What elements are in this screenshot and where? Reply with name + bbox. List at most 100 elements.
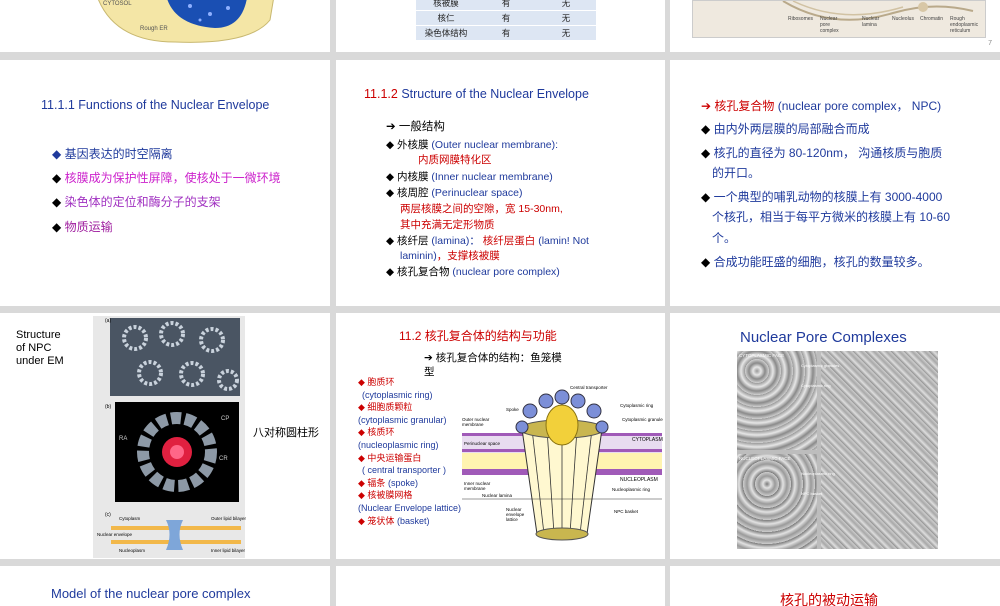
slide-npc-function[interactable]: 11.2 核孔复合体的结构与功能 ➔ 核孔复合体的结构：鱼笼模 型 ◆ 胞质环 … — [336, 313, 665, 559]
panel-label-c: (c) — [105, 512, 111, 518]
slide-title: 11.2 核孔复合体的结构与功能 — [399, 329, 557, 343]
list-item: ◆ 由内外两层膜的局部融合而成 — [701, 122, 870, 136]
slide-complexes[interactable]: Nuclear Pore Complexes CYTOPLASMIC FACE … — [670, 313, 1000, 559]
label-ribosomes: Ribosomes — [788, 16, 814, 22]
label-nucleolus: Nucleolus — [892, 16, 914, 22]
perinuclear-note-2: 其中充满无定形物质 — [400, 219, 495, 231]
label-nucleoplasm: NUCLEOPLASM — [620, 477, 658, 483]
cytoplasm-label: Cytoplasm — [119, 516, 141, 521]
label-cyto-ring: Cytoplasmic ring — [620, 403, 654, 408]
list-item: ◆ 核膜成为保护性屏障，使核处于一微环境 — [52, 171, 281, 185]
em-micrographs: CYTOPLASMIC FACE NUCLEOPLASMIC FACE Cyto… — [737, 351, 938, 549]
label-outer-membrane: Outer nuclear membrane — [462, 417, 490, 427]
slide-blank[interactable] — [336, 566, 665, 606]
em-title: Structure of NPC under EM — [16, 329, 64, 367]
perinuclear-note-1: 两层核膜之间的空隙，宽 15-30nm, — [400, 203, 563, 215]
list-item: ◆ 外核膜 (Outer nuclear membrane): — [386, 139, 559, 151]
list-item: ◆ 内核膜 (Inner nuclear membrane) — [386, 171, 553, 183]
outer-lipid-label: Outer lipid bilayer — [211, 516, 247, 521]
table-row: 核仁 有 无 — [416, 10, 596, 26]
label-central: Central transporter — [570, 385, 608, 390]
cr-label: CR — [219, 456, 228, 462]
outer-membrane-note: 内质网膜特化区 — [418, 154, 492, 166]
slide-nucleus-diagram[interactable]: Ribosomes Nuclear pore complex Nuclear l… — [670, 0, 1000, 52]
label-cyto-granule: Cytoplasmic granule — [622, 417, 663, 422]
list-item: ◆ 核被膜网格 — [358, 490, 413, 501]
slide-cell-diagram[interactable]: CYTOSOL Rough ER — [0, 0, 330, 52]
label-nuc-ring: Nucleoplasmic ring — [612, 487, 651, 492]
slide-structure[interactable]: 11.1.2 Structure of the Nuclear Envelope… — [336, 60, 665, 306]
list-item: ◆ 基因表达的时空隔离 — [52, 147, 173, 161]
list-item-cont: 个。 — [712, 231, 737, 245]
list-item: ◆ 核孔复合物 (nuclear pore complex) — [386, 266, 560, 278]
micrograph-side — [821, 351, 938, 549]
ra-label: RA — [119, 436, 128, 442]
label-basket: NPC basket — [614, 509, 639, 514]
cp-label: CP — [221, 416, 230, 422]
table-row: 染色体结构 有 无 — [416, 25, 596, 41]
list-item: ◆ 核孔的直径为 80-120nm， 沟通核质与胞质 — [701, 146, 943, 160]
label-inner-membrane: Inner nuclear membrane — [464, 481, 491, 491]
em-panel-b: RA CP CR — [115, 402, 239, 502]
label-npc: Nuclear pore complex — [820, 16, 839, 34]
component-list: ◆ 胞质环 (cytoplasmic ring) ◆ 细胞质颗粒 (cytopl… — [358, 377, 462, 526]
list-item: ◆ 核纤层 (lamina)： 核纤层蛋白 (lamin! Not — [386, 235, 589, 247]
slide-title: Nuclear Pore Complexes — [740, 329, 907, 346]
list-item: ◆ 一个典型的哺乳动物的核膜上有 3000-4000 — [701, 190, 943, 204]
model-heading: ➔ 核孔复合体的结构：鱼笼模 — [424, 352, 562, 364]
slide-functions[interactable]: 11.1.1 Functions of the Nuclear Envelope… — [0, 60, 330, 306]
fish-trap-diagram: Central transporter Spoke Cytoplasmic ri… — [462, 385, 663, 559]
panel-label-b: (b) — [105, 404, 112, 410]
general-structure-heading: ➔ 一般结构 — [386, 121, 445, 133]
label-lamina: Nuclear lamina — [482, 493, 513, 498]
list-item: ◆ 胞质环 — [358, 377, 395, 387]
em-panel-a — [110, 318, 240, 396]
slide-title: 11.1.1 Functions of the Nuclear Envelope — [41, 98, 270, 112]
em-rings — [122, 321, 239, 391]
em-caption: 八对称圆柱形 — [253, 427, 319, 439]
label-lattice: Nuclear envelope lattice — [506, 507, 525, 522]
face2-label: NUCLEOPLASMIC FACE — [739, 456, 791, 461]
list-item: ◆ 核周腔 (Perinuclear space) — [386, 187, 523, 199]
lamina-note: laminin)，支撑核被膜 — [400, 250, 500, 262]
face1-label: CYTOPLASMIC FACE — [739, 353, 785, 358]
list-item: ◆ 辐条 (spoke) — [358, 477, 418, 488]
comparison-table: 核被膜 有 无 核仁 有 无 染色体结构 有 无 — [416, 0, 596, 41]
slide-npc-facts[interactable]: ➔ 核孔复合物 (nuclear pore complex， NPC) ◆ 由内… — [670, 60, 1000, 306]
label-rough-er: Rough endoplasmic reticulum — [950, 16, 979, 34]
micrograph-nucleo — [737, 454, 817, 549]
inner-lipid-label: Inner lipid bilayer — [211, 548, 246, 553]
list-item: ◆ 染色体的定位和酶分子的支架 — [52, 195, 221, 209]
page-number: 7 — [988, 40, 992, 47]
rough-er-label: Rough ER — [140, 26, 168, 32]
side-label-2: Cytoplasmic ring — [801, 383, 831, 388]
panel-label-a: (a) — [105, 318, 112, 324]
em-panel-c: Cytoplasm Nucleoplasm Nuclear envelope O… — [97, 512, 246, 556]
label-lamina: Nuclear lamina — [862, 16, 880, 28]
npc-model-svg — [462, 389, 662, 541]
slide-comparison-table[interactable]: 核被膜 有 无 核仁 有 无 染色体结构 有 无 — [336, 0, 665, 52]
list-item: ◆ 笼状体 (basket) — [358, 515, 430, 526]
side-label-3: Nucleoplasmic ring — [801, 471, 835, 476]
table-row: 核被膜 有 无 — [416, 0, 596, 11]
nuclear-envelope-label: Nuclear envelope — [97, 532, 133, 537]
nucleoplasm-label: Nucleoplasm — [119, 548, 146, 553]
slide-model[interactable]: Model of the nuclear pore complex — [0, 566, 330, 606]
em-figure: (a) RA CP CR (b) Cytoplasm Nucleoplasm N… — [93, 316, 246, 558]
label-spoke: Spoke — [506, 407, 519, 412]
cytosol-label: CYTOSOL — [103, 1, 132, 7]
list-item: ◆ 合成功能旺盛的细胞，核孔的数量较多。 — [701, 255, 930, 269]
list-item: ◆ 中央运输蛋白 — [358, 452, 422, 463]
slide-title: Model of the nuclear pore complex — [51, 586, 251, 601]
side-label-1: Cytoplasmic granules — [801, 363, 840, 368]
label-cytoplasm: CYTOPLASM — [632, 437, 663, 443]
slide-passive-transport[interactable]: 核孔的被动运输 — [670, 566, 1000, 606]
slide-title: 核孔的被动运输 — [780, 592, 878, 606]
slide-em[interactable]: Structure of NPC under EM (a) RA CP CR (… — [0, 313, 330, 559]
label-perinuclear: Perinuclear space — [464, 441, 501, 446]
slide-title: 11.1.2 Structure of the Nuclear Envelope — [364, 87, 589, 101]
list-item: ◆ 核质环 — [358, 427, 395, 438]
list-item: ➔ 核孔复合物 (nuclear pore complex， NPC) — [701, 99, 942, 113]
list-item-cont: 个核孔，相当于每平方微米的核膜上有 10-60 — [712, 210, 951, 224]
list-item-cont: 的开口。 — [712, 166, 761, 180]
